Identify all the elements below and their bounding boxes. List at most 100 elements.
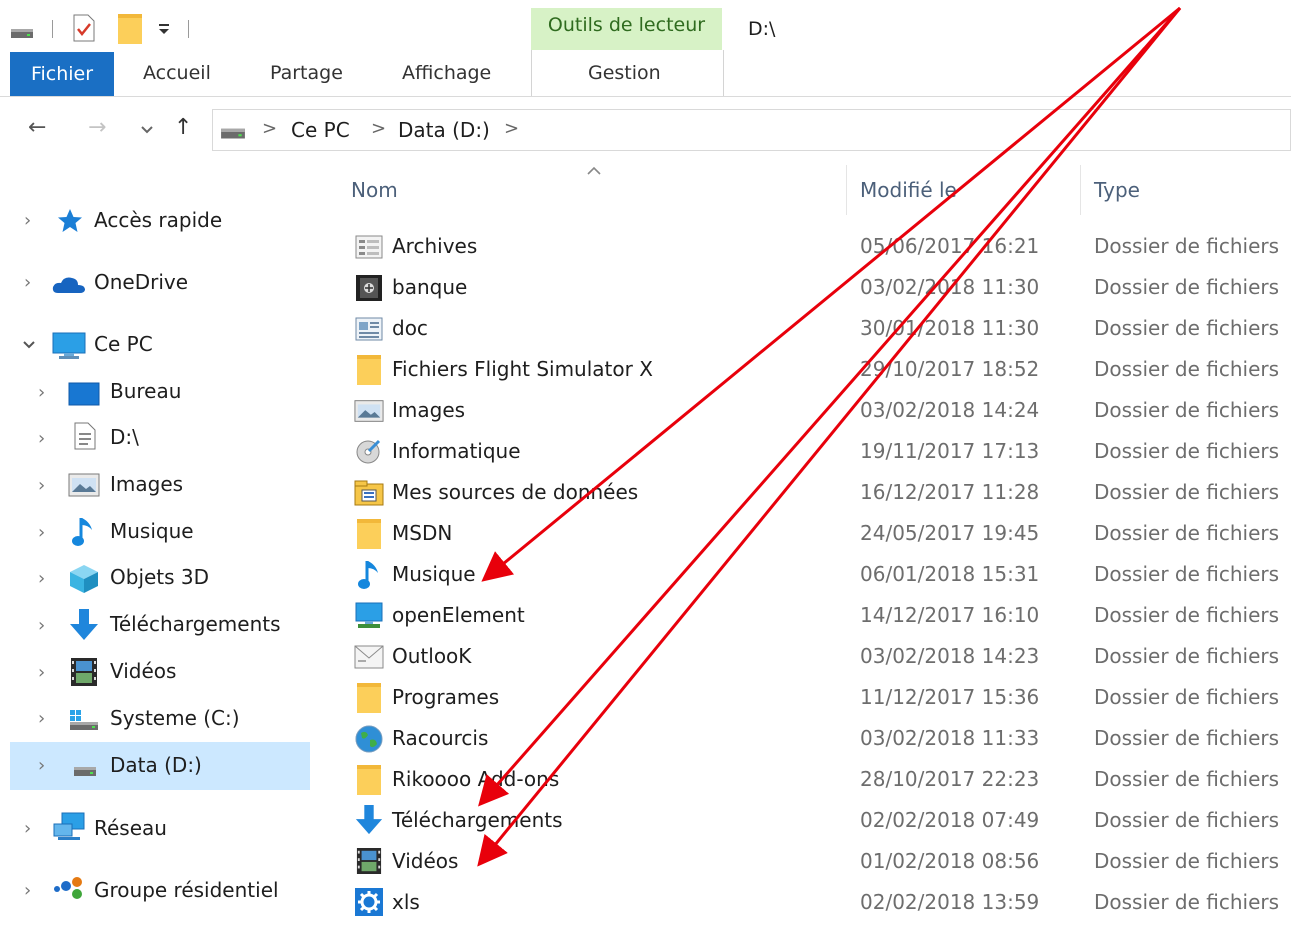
file-name[interactable]: doc <box>392 316 428 340</box>
file-name[interactable]: Téléchargements <box>392 808 563 832</box>
properties-icon[interactable] <box>72 14 96 42</box>
expand-chevron[interactable]: › <box>24 880 31 901</box>
expand-chevron[interactable]: › <box>38 428 45 449</box>
customize-toolbar-icon[interactable] <box>157 22 171 36</box>
breadcrumb-separator[interactable]: > <box>504 118 519 139</box>
nav-item-acces-rapide[interactable]: Accès rapide <box>94 208 222 232</box>
collapse-chevron[interactable] <box>22 340 36 350</box>
expand-chevron[interactable]: › <box>24 818 31 839</box>
nav-item-telechargements[interactable]: Téléchargements <box>110 612 281 636</box>
table-row[interactable]: Images 03/02/2018 14:24 Dossier de fichi… <box>340 390 1291 431</box>
tab-partage[interactable]: Partage <box>270 62 343 84</box>
file-name[interactable]: Vidéos <box>392 849 458 873</box>
file-modified: 02/02/2018 13:59 <box>860 890 1040 914</box>
table-row[interactable]: Racourcis 03/02/2018 11:33 Dossier de fi… <box>340 718 1291 759</box>
column-header-modifie[interactable]: Modifié le <box>860 178 957 202</box>
expand-chevron[interactable]: › <box>38 615 45 636</box>
column-divider[interactable] <box>846 165 847 215</box>
tab-gestion[interactable]: Gestion <box>588 62 661 84</box>
nav-item-groupe-residentiel[interactable]: Groupe résidentiel <box>94 878 279 902</box>
drive-icon[interactable] <box>10 25 34 39</box>
file-name[interactable]: Rikoooo Add-ons <box>392 767 559 791</box>
expand-chevron[interactable]: › <box>24 210 31 231</box>
file-name[interactable]: Musique <box>392 562 476 586</box>
table-row[interactable]: openElement 14/12/2017 16:10 Dossier de … <box>340 595 1291 636</box>
table-row[interactable]: Archives 05/06/2017 16:21 Dossier de fic… <box>340 226 1291 267</box>
file-name[interactable]: MSDN <box>392 521 452 545</box>
new-folder-icon[interactable] <box>117 13 143 45</box>
film-icon <box>71 658 97 686</box>
expand-chevron[interactable]: › <box>38 568 45 589</box>
file-name[interactable]: Fichiers Flight Simulator X <box>392 357 653 381</box>
back-button[interactable]: ← <box>28 115 46 140</box>
file-name[interactable]: OutlooK <box>392 644 471 668</box>
breadcrumb-data-d[interactable]: Data (D:) <box>398 118 490 142</box>
mail-folder-icon <box>354 645 384 669</box>
desktop-icon <box>68 382 100 406</box>
table-row[interactable]: Vidéos 01/02/2018 08:56 Dossier de fichi… <box>340 841 1291 882</box>
table-row[interactable]: Mes sources de données 16/12/2017 11:28 … <box>340 472 1291 513</box>
column-header-type[interactable]: Type <box>1094 178 1140 202</box>
file-type: Dossier de fichiers <box>1094 275 1280 299</box>
file-name[interactable]: Archives <box>392 234 477 258</box>
file-name[interactable]: Racourcis <box>392 726 488 750</box>
file-type: Dossier de fichiers <box>1094 521 1280 545</box>
document-icon <box>74 422 96 450</box>
tab-accueil[interactable]: Accueil <box>143 62 211 84</box>
expand-chevron[interactable]: › <box>38 755 45 776</box>
table-row[interactable]: OutlooK 03/02/2018 14:23 Dossier de fich… <box>340 636 1291 677</box>
forward-button[interactable]: → <box>88 115 106 140</box>
nav-item-images[interactable]: Images <box>110 472 183 496</box>
file-name[interactable]: openElement <box>392 603 525 627</box>
nav-item-videos[interactable]: Vidéos <box>110 659 176 683</box>
folder-icon <box>357 519 381 549</box>
file-name[interactable]: Informatique <box>392 439 521 463</box>
safe-folder-icon <box>356 275 382 301</box>
table-row[interactable]: Programes 11/12/2017 15:36 Dossier de fi… <box>340 677 1291 718</box>
nav-item-d[interactable]: D:\ <box>110 425 139 449</box>
file-modified: 24/05/2017 19:45 <box>860 521 1040 545</box>
breadcrumb-ce-pc[interactable]: Ce PC <box>291 118 350 142</box>
table-row[interactable]: Rikoooo Add-ons 28/10/2017 22:23 Dossier… <box>340 759 1291 800</box>
tab-affichage[interactable]: Affichage <box>402 62 491 84</box>
breadcrumb-separator[interactable]: > <box>371 118 386 139</box>
expand-chevron[interactable]: › <box>38 522 45 543</box>
table-row[interactable]: Téléchargements 02/02/2018 07:49 Dossier… <box>340 800 1291 841</box>
expand-chevron[interactable]: › <box>38 662 45 683</box>
datasource-folder-icon <box>354 480 384 506</box>
column-header-nom[interactable]: Nom <box>351 178 398 202</box>
table-row[interactable]: Musique 06/01/2018 15:31 Dossier de fich… <box>340 554 1291 595</box>
file-modified: 05/06/2017 16:21 <box>860 234 1040 258</box>
table-row[interactable]: Fichiers Flight Simulator X 29/10/2017 1… <box>340 349 1291 390</box>
nav-item-objets-3d[interactable]: Objets 3D <box>110 565 209 589</box>
expand-chevron[interactable]: › <box>38 382 45 403</box>
file-name[interactable]: Images <box>392 398 465 422</box>
breadcrumb-separator[interactable]: > <box>262 118 277 139</box>
file-name[interactable]: Mes sources de données <box>392 480 638 504</box>
nav-item-reseau[interactable]: Réseau <box>94 816 167 840</box>
table-row[interactable]: MSDN 24/05/2017 19:45 Dossier de fichier… <box>340 513 1291 554</box>
recent-locations-icon[interactable] <box>140 125 154 135</box>
folder-icon <box>357 355 381 385</box>
expand-chevron[interactable]: › <box>24 272 31 293</box>
music-icon <box>72 518 92 546</box>
file-modified: 11/12/2017 15:36 <box>860 685 1040 709</box>
nav-item-ce-pc[interactable]: Ce PC <box>94 332 153 356</box>
nav-item-data-d[interactable]: Data (D:) <box>110 753 202 777</box>
nav-item-bureau[interactable]: Bureau <box>110 379 181 403</box>
file-name[interactable]: xls <box>392 890 420 914</box>
table-row[interactable]: doc 30/01/2018 11:30 Dossier de fichiers <box>340 308 1291 349</box>
table-row[interactable]: Informatique 19/11/2017 17:13 Dossier de… <box>340 431 1291 472</box>
file-name[interactable]: banque <box>392 275 467 299</box>
file-name[interactable]: Programes <box>392 685 499 709</box>
table-row[interactable]: banque 03/02/2018 11:30 Dossier de fichi… <box>340 267 1291 308</box>
up-button[interactable]: ↑ <box>174 115 192 140</box>
expand-chevron[interactable]: › <box>38 708 45 729</box>
column-divider[interactable] <box>1080 165 1081 215</box>
nav-item-onedrive[interactable]: OneDrive <box>94 270 188 294</box>
tab-fichier[interactable]: Fichier <box>10 52 114 96</box>
nav-item-musique[interactable]: Musique <box>110 519 194 543</box>
expand-chevron[interactable]: › <box>38 475 45 496</box>
table-row[interactable]: xls 02/02/2018 13:59 Dossier de fichiers <box>340 882 1291 923</box>
nav-item-systeme-c[interactable]: Systeme (C:) <box>110 706 240 730</box>
